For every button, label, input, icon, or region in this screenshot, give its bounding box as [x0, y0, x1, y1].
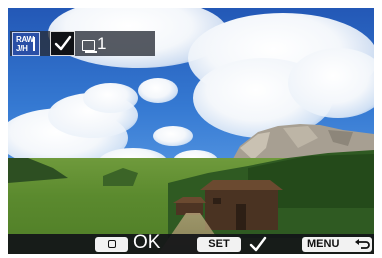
- raw-jpeg-quality-icon: RAW J/H: [12, 32, 40, 56]
- ok-label: OK: [133, 232, 161, 253]
- quality-line2: J/H: [16, 44, 28, 53]
- print-selected-indicator[interactable]: [50, 31, 75, 56]
- print-copies-count: 1: [97, 34, 107, 53]
- magnify-playback-button[interactable]: [95, 237, 128, 252]
- return-arrow-icon: [355, 239, 370, 249]
- magnify-playback-icon: [107, 240, 116, 248]
- checkmark-icon: [249, 236, 267, 252]
- quality-line1: RAW: [16, 35, 34, 44]
- print-copies-icon: [82, 40, 97, 53]
- set-button[interactable]: SET: [197, 237, 241, 252]
- checkmark-icon: [54, 35, 72, 51]
- quality-separator: [33, 37, 35, 51]
